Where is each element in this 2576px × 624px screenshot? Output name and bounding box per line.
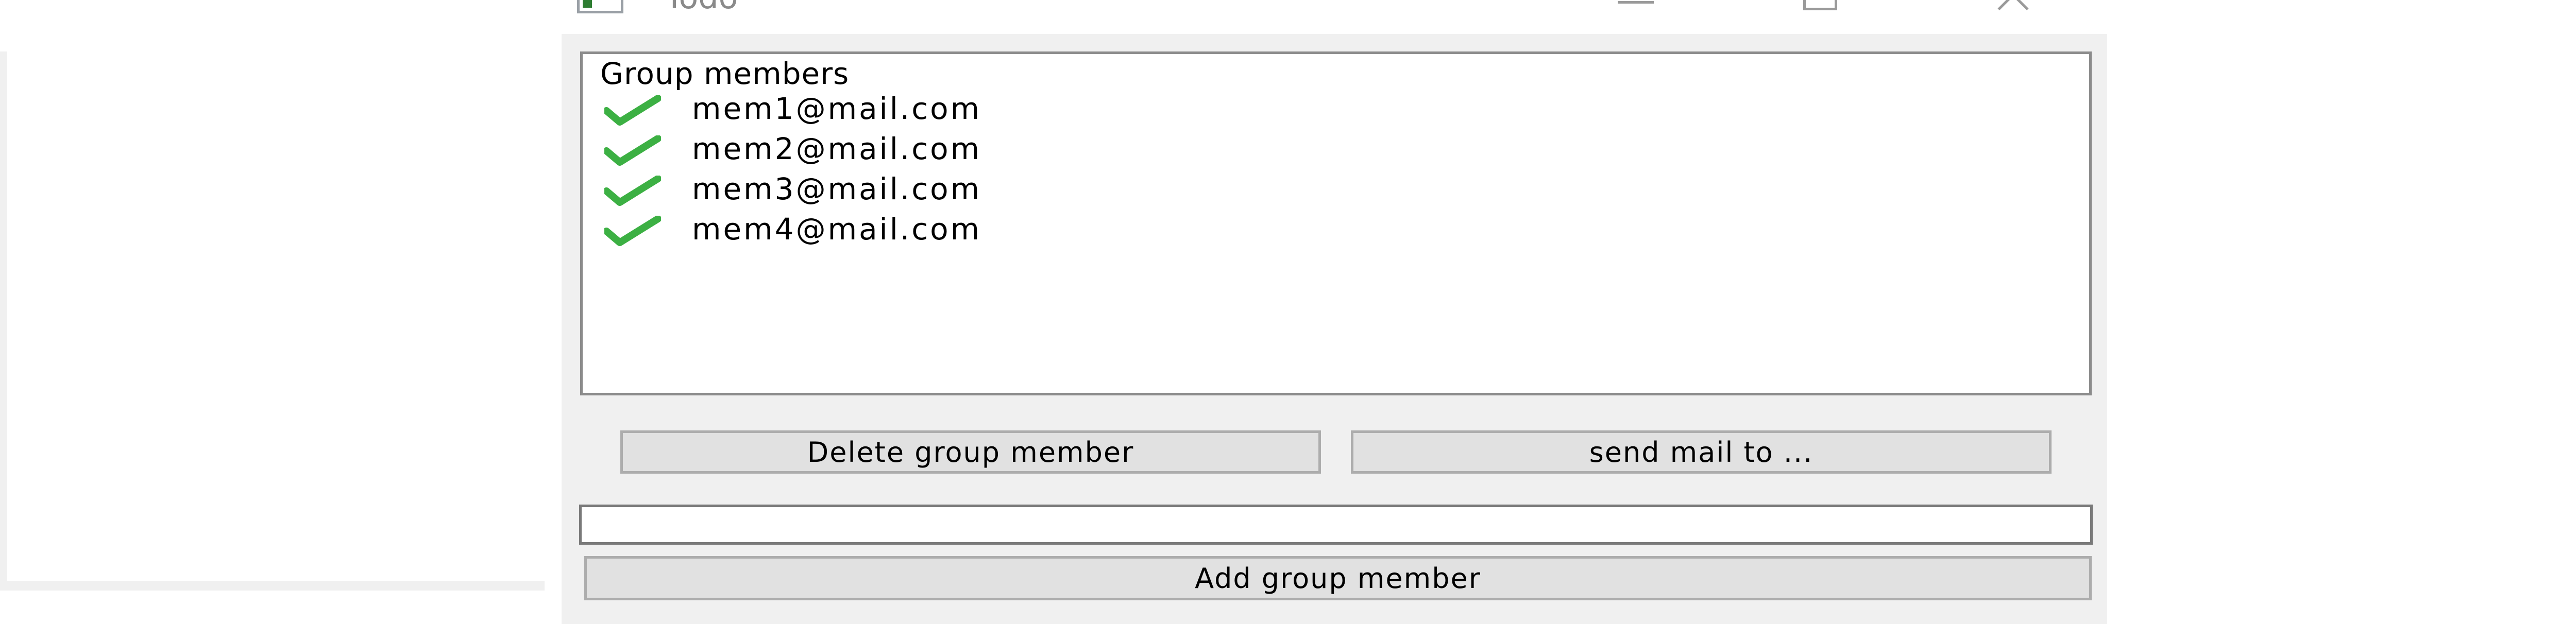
title-bar: Todo [562,0,2107,34]
list-item[interactable]: mem1@mail.com [598,91,1371,133]
send-mail-button[interactable]: send mail to ... [1351,430,2052,474]
check-icon [604,95,661,126]
member-email: mem1@mail.com [692,91,982,126]
background-window [0,51,545,591]
member-email: mem2@mail.com [692,131,982,166]
list-item[interactable]: mem3@mail.com [598,171,1371,214]
list-item[interactable]: mem2@mail.com [598,131,1371,174]
maximize-icon[interactable] [1798,0,1844,15]
minimize-icon[interactable] [1613,0,1659,15]
add-group-member-button[interactable]: Add group member [584,556,2092,600]
check-icon [604,216,661,246]
check-icon [604,176,661,206]
delete-group-member-button[interactable]: Delete group member [620,430,1321,474]
window-title: Todo [665,0,738,16]
todo-dialog: Group members mem1@mail.com mem2@mail.co… [562,34,2107,624]
member-email: mem4@mail.com [692,212,982,247]
desktop: Todo Group members mem1@mail.com mem2@ma… [0,0,2576,624]
member-email: mem3@mail.com [692,171,982,206]
app-icon [577,0,623,13]
list-header: Group members [600,56,850,91]
close-icon[interactable] [1989,0,2035,15]
list-item[interactable]: mem4@mail.com [598,212,1371,254]
check-icon [604,135,661,166]
group-members-list[interactable]: Group members mem1@mail.com mem2@mail.co… [580,51,2092,395]
member-email-input[interactable] [579,505,2093,545]
